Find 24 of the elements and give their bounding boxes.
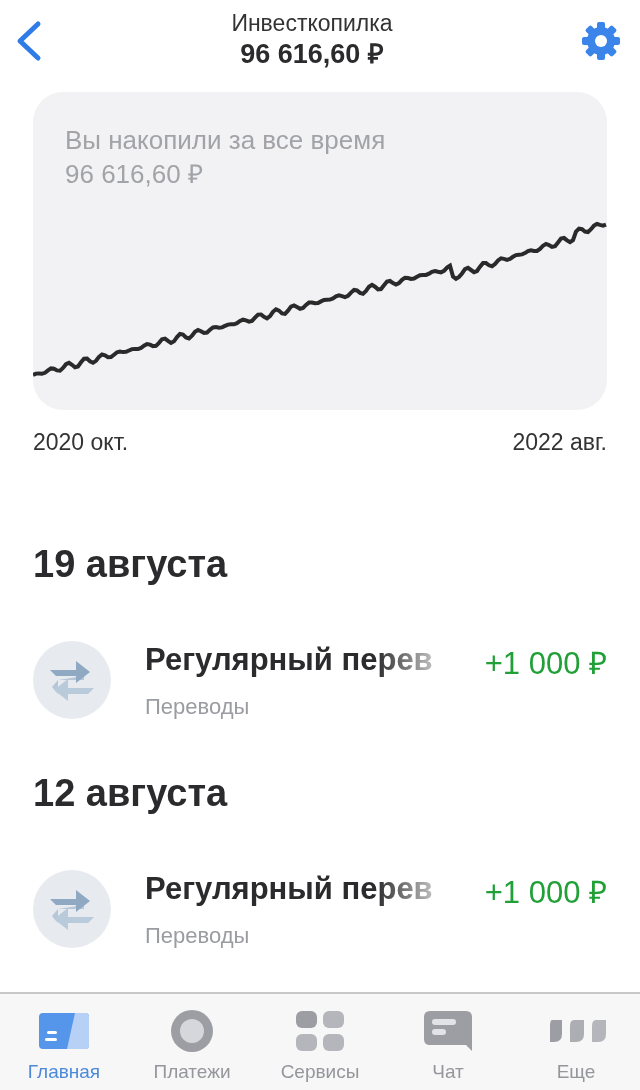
tab-item[interactable]: Еще xyxy=(512,994,640,1090)
settings-button[interactable] xyxy=(580,20,622,62)
transaction-title: Регулярный перев xyxy=(145,641,433,680)
balance-amount: 96 616,60 ₽ xyxy=(239,37,385,71)
tab-icon xyxy=(39,1010,89,1052)
summary-label: Вы накопили за все время xyxy=(65,124,386,157)
date-heading: 19 августа xyxy=(33,541,229,587)
tab-item[interactable]: Платежи xyxy=(128,994,256,1090)
tab-item[interactable]: Сервисы xyxy=(256,994,384,1090)
transaction-amount: +1 000 ₽ xyxy=(484,645,607,684)
tab-item[interactable]: Чат xyxy=(384,994,512,1090)
transaction-amount: +1 000 ₽ xyxy=(484,874,607,913)
transaction-title: Регулярный перев xyxy=(145,870,433,909)
transaction-category: Переводы xyxy=(145,921,251,950)
transaction-category: Переводы xyxy=(145,692,251,721)
tab-icon xyxy=(424,1010,472,1052)
date-heading: 12 августа xyxy=(33,770,229,816)
screen-title: Инвесткопилка xyxy=(231,10,393,38)
summary-amount: 96 616,60 ₽ xyxy=(65,157,204,191)
tab-icon xyxy=(171,1010,213,1052)
tab-item[interactable]: Главная xyxy=(0,994,128,1090)
axis-label: 2020 окт. xyxy=(33,428,129,457)
axis-label: 2022 авг. xyxy=(512,428,607,457)
tab-icon xyxy=(296,1010,344,1052)
